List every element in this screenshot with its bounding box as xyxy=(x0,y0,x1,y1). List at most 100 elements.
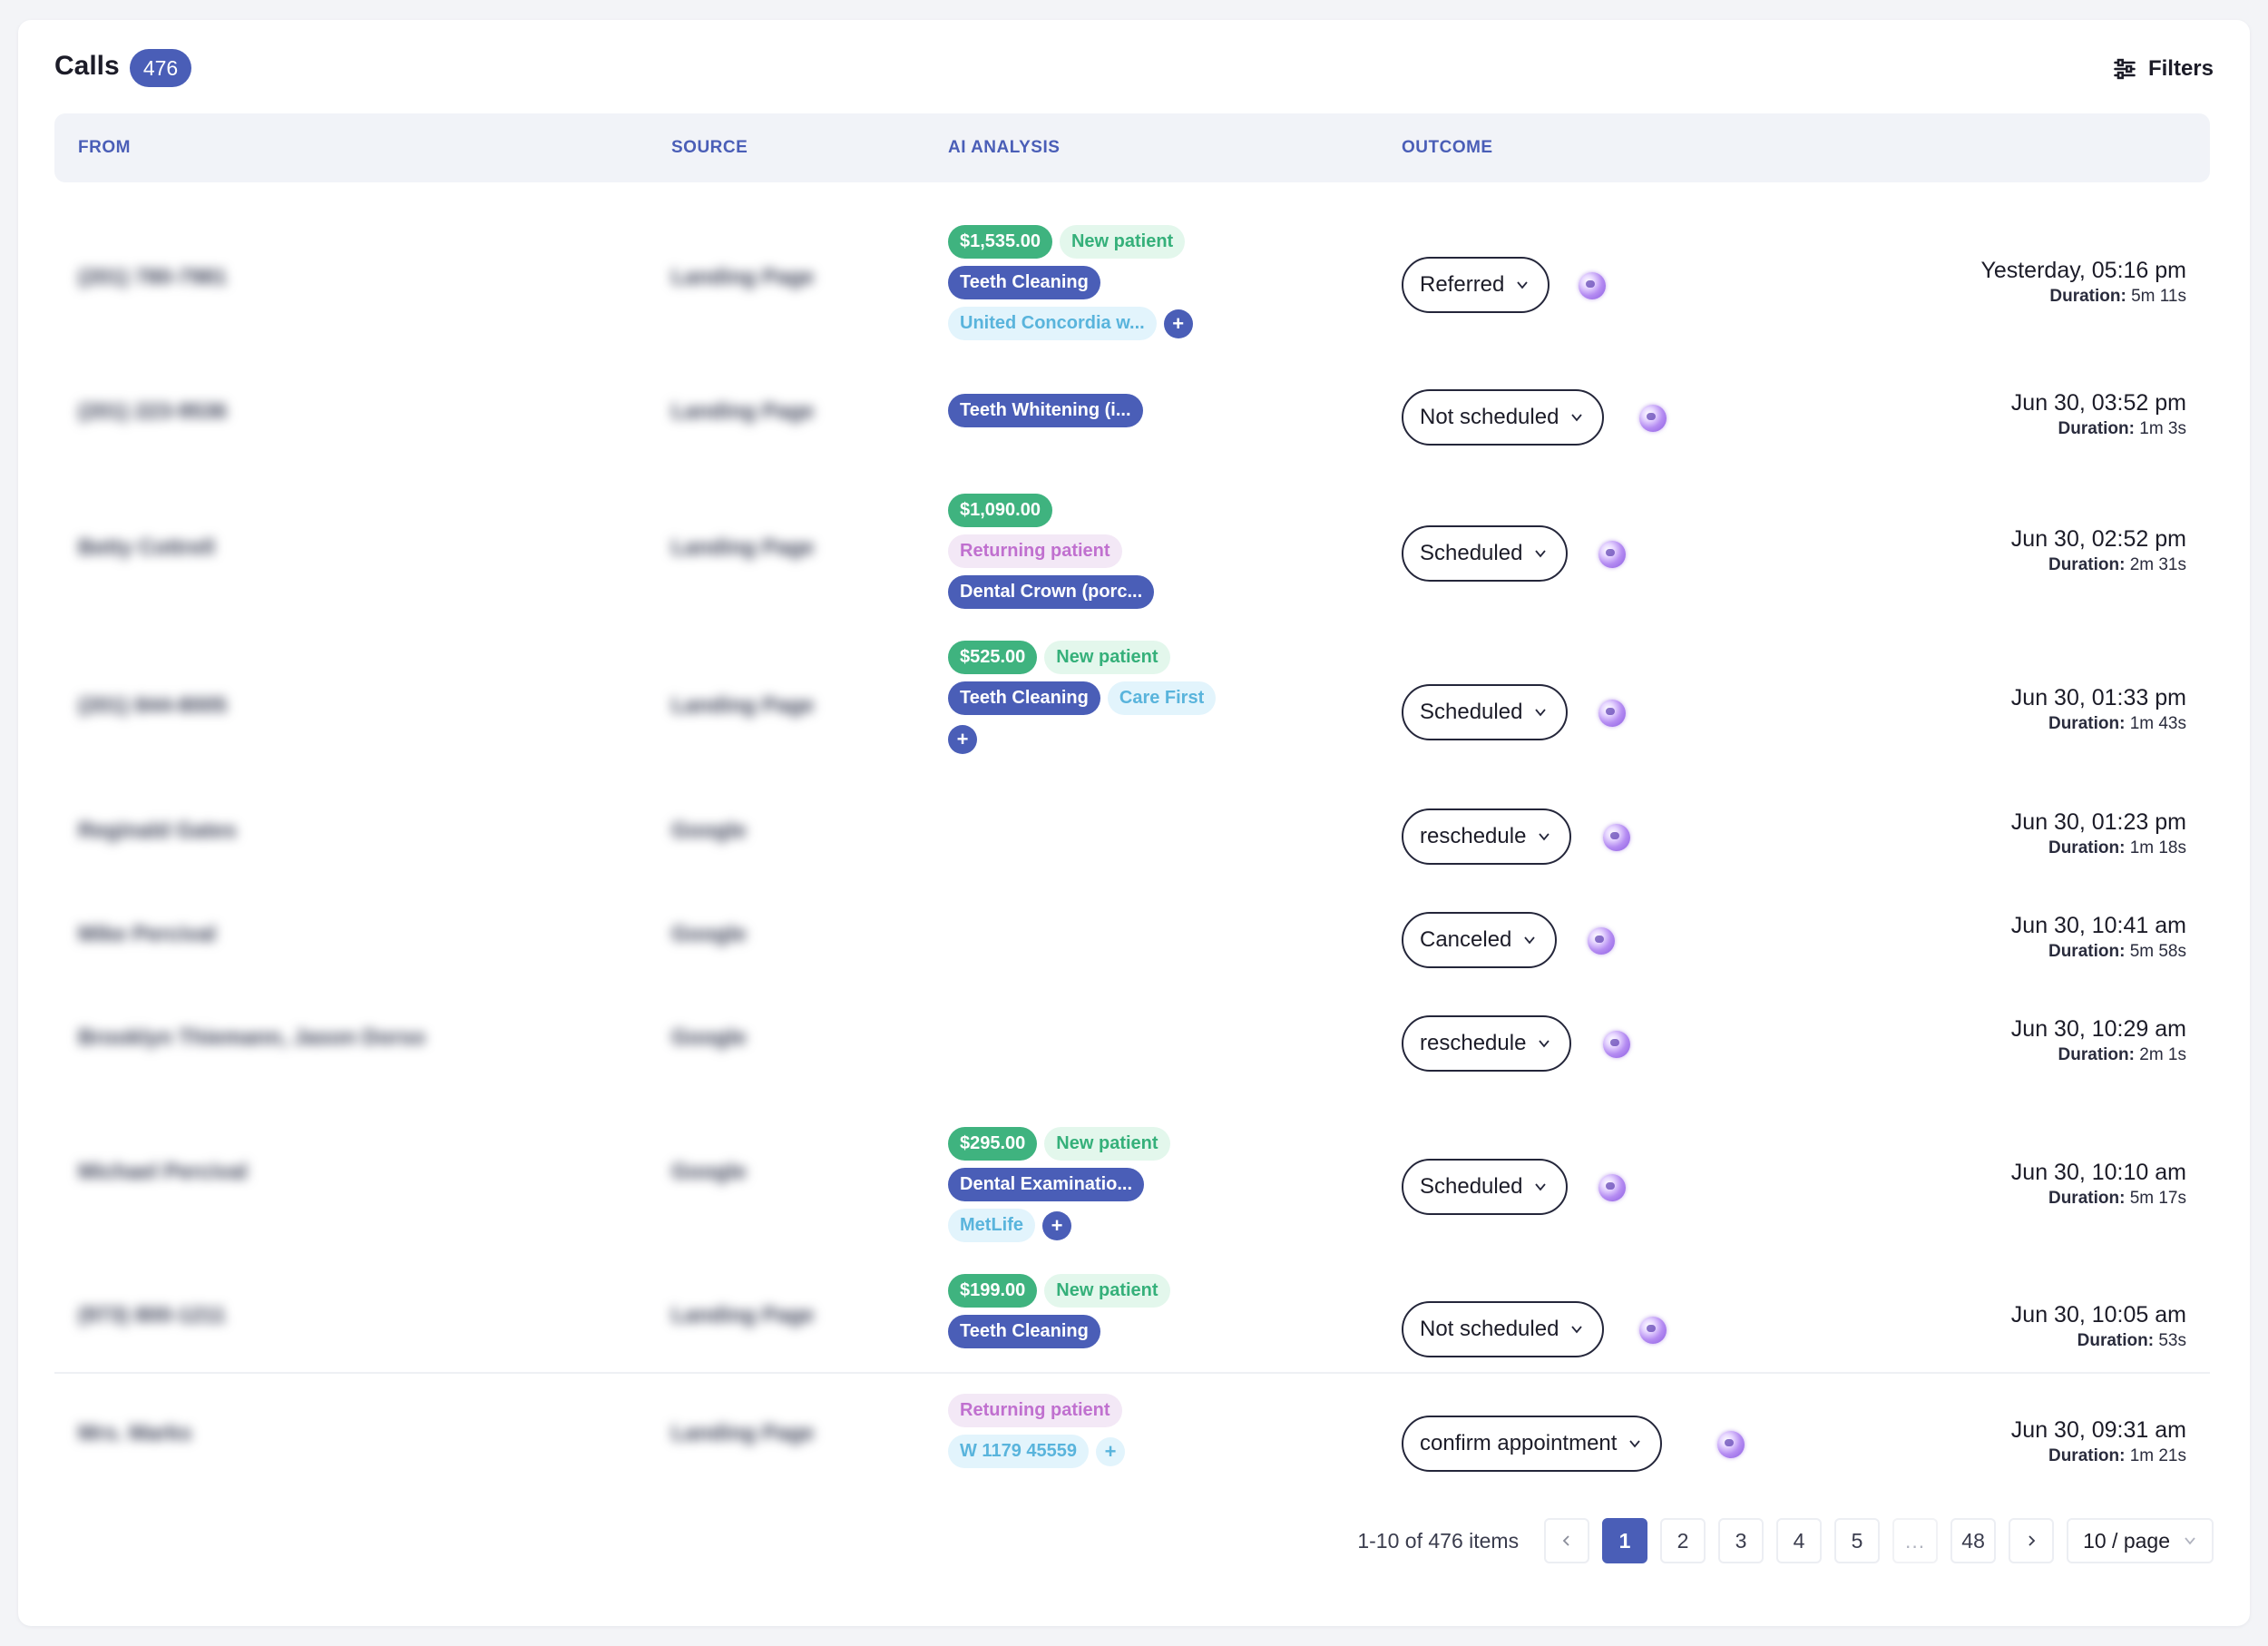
call-time: Jun 30, 02:52 pm Duration: 2m 31s xyxy=(2011,526,2186,575)
call-duration: 2m 1s xyxy=(2139,1045,2186,1064)
page-4-button[interactable]: 4 xyxy=(1776,1518,1823,1563)
column-header-from[interactable]: FROM xyxy=(78,113,131,182)
ai-assistant-icon[interactable] xyxy=(1603,1031,1630,1058)
page-2-button[interactable]: 2 xyxy=(1660,1518,1706,1563)
ai-assistant-icon[interactable] xyxy=(1639,405,1667,432)
outcome-select[interactable]: Not scheduled xyxy=(1402,389,1605,446)
page-5-button[interactable]: 5 xyxy=(1834,1518,1881,1563)
table-row[interactable]: (201) 844-8005 Landing Page $525.00 New … xyxy=(54,619,2210,779)
table-row[interactable]: (201) 223-9536 Landing Page Teeth Whiten… xyxy=(54,348,2210,472)
caller-name: Michael Percival xyxy=(78,1160,248,1184)
ai-assistant-icon[interactable] xyxy=(1639,1317,1667,1344)
table-row[interactable]: Reginald Gates Google reschedule Jun 30,… xyxy=(54,779,2210,882)
table-row[interactable]: Mike Percival Google Canceled Jun 30, 10… xyxy=(54,882,2210,985)
duration-label: Duration: xyxy=(2048,838,2126,857)
prev-page-button[interactable] xyxy=(1544,1518,1590,1563)
pagination: 1-10 of 476 items 1 2 3 4 5 ... 48 10 / … xyxy=(1357,1517,2214,1564)
table-row[interactable]: Brooklyn Thiemann, Jason Dorso Google re… xyxy=(54,985,2210,1089)
outcome-select[interactable]: Canceled xyxy=(1402,912,1558,968)
more-tags-button[interactable]: + xyxy=(1096,1436,1125,1466)
next-page-button[interactable] xyxy=(2009,1518,2055,1563)
call-time: Yesterday, 05:16 pm Duration: 5m 11s xyxy=(1980,258,2186,307)
table-row[interactable]: (201) 780-7981 Landing Page $1,535.00 Ne… xyxy=(54,203,2210,348)
call-duration: 5m 17s xyxy=(2129,1189,2186,1208)
ai-assistant-icon[interactable] xyxy=(1598,700,1626,727)
page-1-button[interactable]: 1 xyxy=(1602,1518,1648,1563)
call-source: Google xyxy=(671,1160,747,1184)
ai-assistant-icon[interactable] xyxy=(1579,272,1606,299)
outcome-select[interactable]: reschedule xyxy=(1402,1015,1572,1072)
outcome-select[interactable]: confirm appointment xyxy=(1402,1416,1663,1472)
table-row[interactable]: (973) 800-1211 Landing Page $199.00 New … xyxy=(54,1254,2210,1372)
duration-label: Duration: xyxy=(2048,942,2126,961)
column-header-source[interactable]: SOURCE xyxy=(671,113,748,182)
more-tags-button[interactable]: + xyxy=(1163,309,1193,338)
chevron-down-icon xyxy=(1535,709,1547,717)
chevron-right-icon xyxy=(2028,1535,2036,1546)
caller-name: Reginald Gates xyxy=(78,818,237,843)
outcome-value: Scheduled xyxy=(1420,700,1523,724)
price-tag: $1,090.00 xyxy=(948,494,1052,527)
card-header: Calls 476 Filters xyxy=(18,20,2250,114)
table-row[interactable]: Michael Percival Google $295.00 New pati… xyxy=(54,1089,2210,1254)
call-datetime: Yesterday, 05:16 pm xyxy=(1980,258,2186,283)
duration-label: Duration: xyxy=(2058,419,2135,438)
call-time: Jun 30, 10:05 am Duration: 53s xyxy=(2011,1302,2186,1351)
page-size-select[interactable]: 10 / page xyxy=(2067,1518,2214,1563)
chevron-down-icon xyxy=(1539,1040,1550,1048)
column-header-outcome[interactable]: OUTCOME xyxy=(1402,113,1493,182)
call-source: Google xyxy=(671,1025,747,1050)
outcome-select[interactable]: reschedule xyxy=(1402,808,1572,865)
patient-type-tag: New patient xyxy=(1044,641,1170,674)
outcome-select[interactable]: Scheduled xyxy=(1402,1159,1569,1215)
outcome-value: Not scheduled xyxy=(1420,1317,1559,1341)
call-duration: 1m 21s xyxy=(2129,1446,2186,1465)
ai-assistant-icon[interactable] xyxy=(1588,927,1615,955)
more-tags-button[interactable]: + xyxy=(1042,1210,1071,1240)
ai-assistant-icon[interactable] xyxy=(1717,1431,1745,1458)
call-source: Landing Page xyxy=(671,1421,815,1445)
chevron-down-icon xyxy=(2185,1537,2195,1545)
column-header-ai-analysis[interactable]: AI ANALYSIS xyxy=(948,113,1060,182)
call-datetime: Jun 30, 10:10 am xyxy=(2010,1160,2186,1185)
filters-button[interactable]: Filters xyxy=(2112,51,2214,87)
outcome-select[interactable]: Scheduled xyxy=(1402,525,1569,582)
page-3-button[interactable]: 3 xyxy=(1718,1518,1765,1563)
caller-name: (201) 223-9536 xyxy=(78,399,228,424)
caller-name: (201) 844-8005 xyxy=(78,693,228,718)
calls-count-badge: 476 xyxy=(130,49,191,87)
ai-assistant-icon[interactable] xyxy=(1598,541,1626,568)
table-row[interactable]: Mrs. Marks Landing Page Returning patien… xyxy=(54,1372,2210,1490)
page-last-button[interactable]: 48 xyxy=(1950,1518,1997,1563)
outcome-select[interactable]: Not scheduled xyxy=(1402,1301,1605,1357)
call-time: Jun 30, 01:23 pm Duration: 1m 18s xyxy=(2011,809,2186,858)
table-row[interactable]: Betty Cottrell Landing Page $1,090.00 Re… xyxy=(54,472,2210,619)
duration-label: Duration: xyxy=(2077,1331,2155,1350)
procedure-tag: Dental Examinatio... xyxy=(948,1168,1145,1201)
caller-name: Mike Percival xyxy=(78,922,217,946)
call-source: Google xyxy=(671,818,747,843)
insurance-tag: W 1179 45559 xyxy=(948,1435,1089,1468)
insurance-tag: Care First xyxy=(1107,681,1217,715)
ai-analysis: $1,090.00 Returning patient Dental Crown… xyxy=(948,494,1155,609)
duration-label: Duration: xyxy=(2048,1189,2126,1208)
ai-analysis: $199.00 New patient Teeth Cleaning xyxy=(948,1274,1170,1348)
outcome-select[interactable]: Scheduled xyxy=(1402,684,1569,740)
call-source: Landing Page xyxy=(671,535,815,560)
outcome-value: reschedule xyxy=(1420,1031,1527,1055)
call-datetime: Jun 30, 03:52 pm xyxy=(2010,390,2186,416)
chevron-down-icon xyxy=(1517,281,1529,289)
page-ellipsis-button[interactable]: ... xyxy=(1892,1518,1939,1563)
patient-type-tag: New patient xyxy=(1044,1127,1170,1161)
caller-name: (201) 780-7981 xyxy=(78,265,228,289)
more-tags-button[interactable]: + xyxy=(948,724,977,754)
page-title: Calls xyxy=(54,51,120,81)
ai-assistant-icon[interactable] xyxy=(1603,824,1630,851)
call-datetime: Jun 30, 02:52 pm xyxy=(2010,526,2186,552)
outcome-value: Scheduled xyxy=(1420,1174,1523,1199)
chevron-down-icon xyxy=(1571,414,1583,422)
outcome-select[interactable]: Referred xyxy=(1402,257,1550,313)
procedure-tag: Dental Crown (porc... xyxy=(948,575,1155,609)
call-source: Landing Page xyxy=(671,399,815,424)
ai-assistant-icon[interactable] xyxy=(1598,1174,1626,1201)
